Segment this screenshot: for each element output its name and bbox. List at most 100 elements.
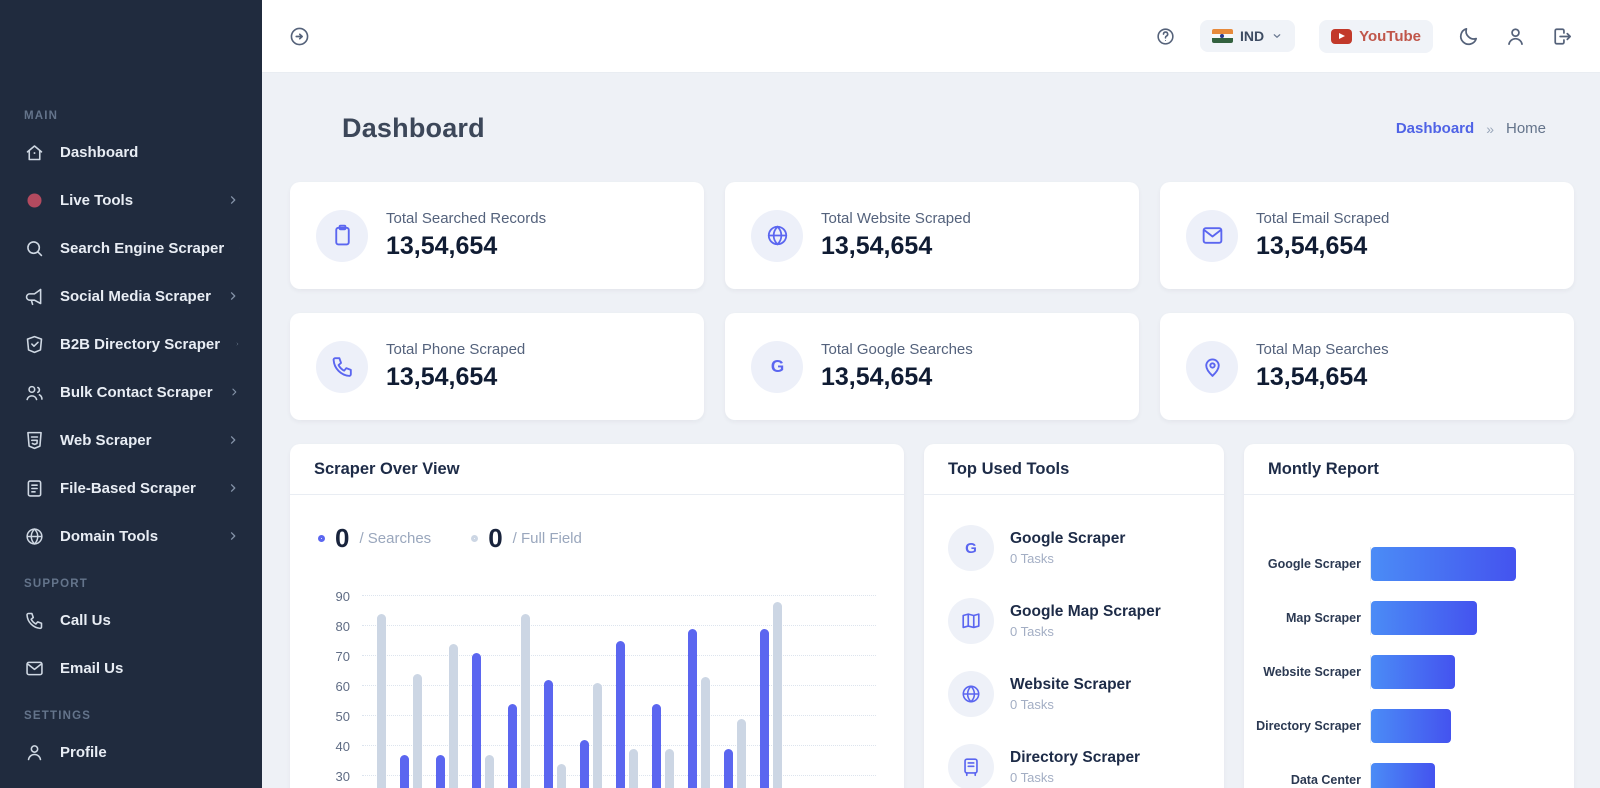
breadcrumb-separator: » [1486,121,1494,137]
google-g-icon [960,537,982,559]
sidebar-item-call-us[interactable]: Call Us [0,596,262,644]
sidebar-item-label: Search Engine Scraper [60,240,224,257]
bar-group-8 [616,578,638,788]
bar-searches [724,749,733,788]
monthly-report-panel: Montly Report Google ScraperMap ScraperW… [1244,444,1574,788]
sidebar-item-web-scraper[interactable]: Web Scraper [0,416,262,464]
sidebar: MAIN Dashboard Live Tools Search Engine … [0,0,262,788]
breadcrumb-dashboard-link[interactable]: Dashboard [1396,120,1474,137]
stat-label: Total Phone Scraped [386,341,525,358]
search-icon [24,238,45,259]
sidebar-item-bulk-contact-scraper[interactable]: Bulk Contact Scraper [0,368,262,416]
app-root: MAIN Dashboard Live Tools Search Engine … [0,0,1600,788]
monthly-bar-track [1370,763,1554,788]
y-axis-tick-label: 60 [318,679,350,694]
bar-group-12 [760,578,782,788]
legend-item-full-field[interactable]: 0 / Full Field [471,523,582,554]
chevron-right-icon [235,337,240,351]
sidebar-logo-area [0,0,262,96]
sidebar-item-label: File-Based Scraper [60,480,211,497]
home-icon [24,142,45,163]
language-selector[interactable]: IND [1200,20,1295,52]
sidebar-item-label: Social Media Scraper [60,288,211,305]
sidebar-collapse-icon[interactable] [288,25,311,48]
top-header: IND YouTube [262,0,1600,73]
bar-group-4 [472,578,494,788]
breadcrumb-home-link[interactable]: Home [1506,120,1546,137]
india-flag-icon [1212,29,1233,43]
y-axis-tick-label: 30 [318,769,350,784]
bar-group-6 [544,578,566,788]
monthly-bar-row: Data Center [1256,753,1554,788]
chevron-down-icon [1271,30,1283,42]
youtube-button[interactable]: YouTube [1319,20,1433,53]
sidebar-item-dashboard[interactable]: Dashboard [0,128,262,176]
tool-name: Google Map Scraper [1010,603,1161,621]
sidebar-item-domain-tools[interactable]: Domain Tools [0,512,262,560]
sidebar-item-social-media-scraper[interactable]: Social Media Scraper [0,272,262,320]
user-icon [24,742,45,763]
legend-item-searches[interactable]: 0 / Searches [318,523,431,554]
tool-tasks: 0 Tasks [1010,551,1125,566]
user-account-icon[interactable] [1504,25,1527,48]
monthly-bar-label: Directory Scraper [1256,719,1370,733]
google-g-icon [765,354,790,379]
sidebar-item-b2b-directory-scraper[interactable]: B2B Directory Scraper [0,320,262,368]
tool-name: Google Scraper [1010,530,1125,548]
tool-row-directory-scraper[interactable]: Directory Scraper 0 Tasks [948,744,1200,788]
sidebar-item-label: Web Scraper [60,432,211,449]
stat-card-website-scraped: Total Website Scraped 13,54,654 [725,182,1139,289]
tool-name: Directory Scraper [1010,749,1140,767]
file-document-icon [24,478,45,499]
bar-group-7 [580,578,602,788]
monthly-bar-chart: Google Scraper Map Scraper Website Scraper… [1244,495,1574,788]
chevron-right-icon [226,433,240,447]
map-icon [960,610,982,632]
tool-row-google-map-scraper[interactable]: Google Map Scraper 0 Tasks [948,598,1200,644]
stat-label: Total Email Scraped [1256,210,1389,227]
monthly-bar [1371,709,1451,743]
tool-row-website-scraper[interactable]: Website Scraper 0 Tasks [948,671,1200,717]
sidebar-section-settings: SETTINGS [0,710,262,722]
sidebar-item-label: Dashboard [60,144,240,161]
sidebar-item-profile[interactable]: Profile [0,728,262,776]
dark-mode-moon-icon[interactable] [1457,25,1480,48]
stat-label: Total Map Searches [1256,341,1389,358]
monthly-bar-track [1370,709,1554,743]
sidebar-item-label: B2B Directory Scraper [60,336,220,353]
stat-value: 13,54,654 [386,363,525,392]
monthly-bar-row: Google Scraper [1256,537,1554,591]
live-indicator-icon [24,190,45,211]
stat-label: Total Google Searches [821,341,973,358]
panel-title: Scraper Over View [314,460,460,478]
stat-card-map-searches: Total Map Searches 13,54,654 [1160,313,1574,420]
help-icon[interactable] [1155,26,1176,47]
globe-icon [24,526,45,547]
tool-row-google-scraper[interactable]: Google Scraper 0 Tasks [948,525,1200,571]
stat-card-searched-records: Total Searched Records 13,54,654 [290,182,704,289]
sidebar-item-file-based-scraper[interactable]: File-Based Scraper [0,464,262,512]
bar-groups [364,578,782,788]
logout-icon[interactable] [1551,25,1574,48]
sidebar-item-email-us[interactable]: Email Us [0,644,262,692]
megaphone-icon [24,286,45,307]
globe-icon [960,683,982,705]
bar-full-field [701,677,710,788]
sidebar-item-label: Domain Tools [60,528,211,545]
y-axis-tick-label: 50 [318,709,350,724]
scraper-overview-panel: Scraper Over View 0 / Searches 0 [290,444,904,788]
bar-full-field [773,602,782,788]
sidebar-item-search-engine-scraper[interactable]: Search Engine Scraper [0,224,262,272]
phone-icon [330,354,355,379]
monthly-bar-row: Website Scraper [1256,645,1554,699]
sidebar-item-label: Profile [60,744,240,761]
tool-tasks: 0 Tasks [1010,770,1140,785]
youtube-icon [1331,29,1352,44]
sidebar-item-live-tools[interactable]: Live Tools [0,176,262,224]
panel-title: Top Used Tools [948,460,1069,478]
monthly-bar-label: Map Scraper [1256,611,1370,625]
stat-card-email-scraped: Total Email Scraped 13,54,654 [1160,182,1574,289]
sidebar-section-main: MAIN [0,110,262,122]
dashboard-home-icon [290,112,328,146]
sidebar-item-label: Email Us [60,660,240,677]
